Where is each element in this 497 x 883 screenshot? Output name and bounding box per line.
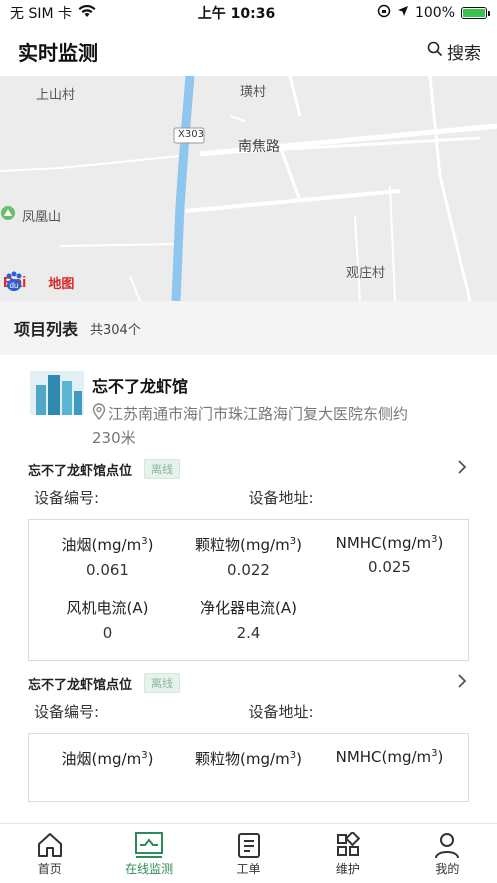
device-no-label: 设备编号: [34, 702, 100, 721]
page-title: 实时监测 [18, 40, 98, 65]
search-label: 搜索 [447, 43, 481, 64]
metric-nmhc: NMHC(mg/m3) [335, 748, 444, 766]
point-row[interactable]: 忘不了龙虾馆点位 离线 [0, 455, 497, 483]
baidu-paw-icon: du [6, 271, 48, 293]
battery-icon [461, 7, 490, 19]
list-count: 共304个 [90, 322, 141, 338]
tab-label: 首页 [37, 862, 62, 876]
point-row[interactable]: 忘不了龙虾馆点位 离线 [0, 669, 497, 697]
tab-label: 在线监测 [125, 862, 174, 876]
metric-label: 颗粒物(mg/m [195, 750, 290, 768]
project-thumbnail [30, 371, 84, 415]
map-logo-text: 地图 [48, 276, 75, 292]
metric-label: 颗粒物(mg/m [195, 536, 290, 554]
tab-bar: 首页 在线监测 工单 维护 我的 [0, 823, 497, 883]
tab-maintenance[interactable]: 维护 [298, 824, 397, 883]
user-icon [433, 830, 461, 860]
point-name: 忘不了龙虾馆点位 [28, 463, 133, 479]
device-addr-label: 设备地址: [248, 702, 314, 721]
metric-value: 0.022 [227, 561, 270, 579]
rotation-lock-icon [377, 4, 391, 22]
header: 实时监测 搜索 [0, 26, 497, 76]
metric-label: 油烟(mg/m [61, 750, 142, 768]
home-icon [36, 830, 64, 860]
device-no-label: 设备编号: [34, 488, 100, 507]
tab-home[interactable]: 首页 [0, 824, 99, 883]
device-addr-label: 设备地址: [248, 488, 314, 507]
grid-icon [335, 830, 361, 860]
metric-oil-fume: 油烟(mg/m3) 0.061 [37, 534, 178, 579]
metric-label: 风机电流(A) [66, 599, 149, 617]
project-card[interactable]: 忘不了龙虾馆 江苏南通市海门市珠江路海门复大医院东侧约 230米 忘不了龙虾馆点… [0, 355, 497, 802]
tab-online-monitor[interactable]: 在线监测 [99, 824, 198, 883]
metric-oil-fume: 油烟(mg/m3) [61, 750, 154, 768]
monitor-icon [134, 830, 164, 860]
status-badge: 离线 [144, 673, 181, 693]
map-road-code: X303 [178, 129, 204, 140]
map-label-nanjiao: 南焦路 [238, 139, 280, 155]
tab-workorder[interactable]: 工单 [199, 824, 298, 883]
wifi-icon [78, 4, 96, 22]
status-badge: 离线 [144, 459, 181, 479]
metrics-box: 油烟(mg/m3) 颗粒物(mg/m3) NMHC(mg/m3) [28, 733, 469, 802]
map-label-guanzhuang: 观庄村 [346, 266, 386, 281]
tab-label: 维护 [335, 862, 360, 876]
chevron-right-icon[interactable] [457, 459, 467, 480]
device-info-row: 设备编号: 设备地址: [0, 697, 497, 725]
battery-label: 100% [414, 5, 455, 21]
chevron-right-icon[interactable] [457, 673, 467, 694]
map-view[interactable]: 上山村 璜村 X303 南焦路 凤凰山 观庄村 Bai du 地图 [0, 76, 497, 301]
location-icon [397, 5, 409, 21]
workorder-icon [236, 830, 262, 860]
tab-label: 我的 [435, 862, 460, 876]
status-time: 上午 10:36 [197, 6, 276, 22]
metric-nmhc: NMHC(mg/m3) 0.025 [319, 534, 460, 579]
tab-mine[interactable]: 我的 [398, 824, 497, 883]
location-pin-icon [92, 403, 106, 427]
metric-fan-current: 风机电流(A) 0 [37, 597, 178, 642]
metric-label: 油烟(mg/m [61, 536, 142, 554]
search-icon [427, 41, 443, 62]
status-bar: 无 SIM 卡 上午 10:36 100% [0, 0, 497, 26]
device-info-row: 设备编号: 设备地址: [0, 483, 497, 511]
metric-value: 0.061 [86, 561, 129, 579]
baidu-map-logo: Bai du 地图 [3, 271, 74, 293]
tab-label: 工单 [236, 862, 261, 876]
carrier-label: 无 SIM 卡 [10, 6, 72, 22]
metric-value: 0 [102, 624, 113, 642]
map-label-huang: 璜村 [240, 85, 267, 100]
metric-label: 净化器电流(A) [200, 599, 297, 617]
list-title: 项目列表 [14, 320, 79, 339]
metrics-box: 油烟(mg/m3) 0.061 颗粒物(mg/m3) 0.022 NMHC(mg… [28, 519, 469, 661]
project-address: 江苏南通市海门市珠江路海门复大医院东侧约 [108, 405, 409, 423]
project-distance: 230米 [92, 429, 136, 447]
metric-value: 0.025 [368, 558, 411, 576]
metric-purifier-current: 净化器电流(A) 2.4 [178, 597, 319, 642]
metric-label: NMHC(mg/m [335, 748, 432, 766]
svg-text:du: du [10, 281, 19, 290]
metric-value: 2.4 [236, 624, 261, 642]
metric-particulate: 颗粒物(mg/m3) 0.022 [178, 534, 319, 579]
map-label-fenghuang: 凤凰山 [22, 210, 62, 225]
metric-particulate: 颗粒物(mg/m3) [195, 750, 302, 768]
project-name: 忘不了龙虾馆 [92, 377, 189, 396]
point-name: 忘不了龙虾馆点位 [28, 677, 133, 693]
map-label-shangshan: 上山村 [36, 88, 76, 103]
list-header: 项目列表 共304个 [0, 301, 497, 355]
metric-label: NMHC(mg/m [335, 534, 432, 552]
search-button[interactable]: 搜索 [427, 39, 481, 64]
